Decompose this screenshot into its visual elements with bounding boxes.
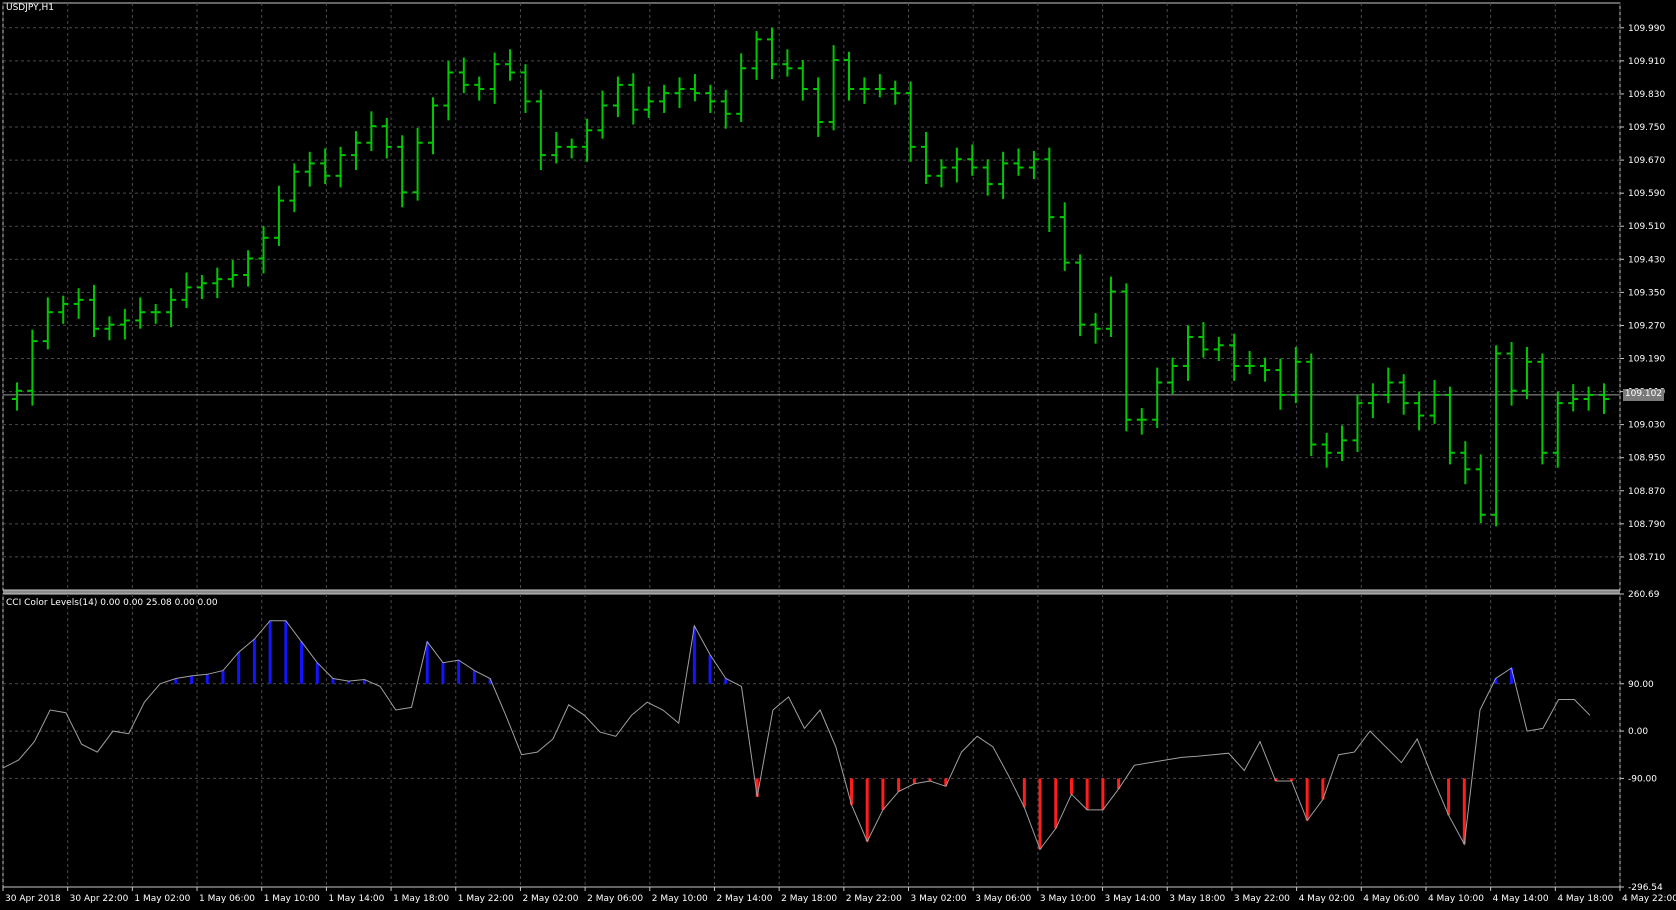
x-tick-label: 4 May 22:00 <box>1622 894 1676 904</box>
price-tick-label: 108.710 <box>1628 553 1665 563</box>
price-tick-label: 108.950 <box>1628 454 1665 464</box>
price-tick-label: 108.790 <box>1628 520 1665 530</box>
x-tick-label: 3 May 02:00 <box>911 894 967 904</box>
x-tick-label: 1 May 18:00 <box>393 894 449 904</box>
x-tick-label: 3 May 14:00 <box>1105 894 1161 904</box>
x-tick-label: 1 May 02:00 <box>134 894 190 904</box>
x-tick-label: 3 May 22:00 <box>1234 894 1290 904</box>
price-tick-label: 109.670 <box>1628 156 1665 166</box>
x-tick-label: 4 May 18:00 <box>1557 894 1613 904</box>
x-tick-label: 1 May 10:00 <box>264 894 320 904</box>
cci-tick-label: 0.00 <box>1628 727 1648 737</box>
x-tick-label: 4 May 02:00 <box>1299 894 1355 904</box>
price-tick-label: 109.990 <box>1628 24 1665 34</box>
x-tick-label: 2 May 18:00 <box>781 894 837 904</box>
cci-tick-label: -296.54 <box>1628 883 1663 893</box>
price-tick-label: 109.590 <box>1628 189 1665 199</box>
x-tick-label: 1 May 06:00 <box>199 894 255 904</box>
x-tick-label: 2 May 14:00 <box>716 894 772 904</box>
x-tick-label: 1 May 22:00 <box>458 894 514 904</box>
price-tick-label: 109.910 <box>1628 57 1665 67</box>
x-tick-label: 2 May 22:00 <box>846 894 902 904</box>
price-tick-label: 109.350 <box>1628 288 1665 298</box>
price-tick-label: 109.830 <box>1628 90 1665 100</box>
x-tick-label: 4 May 06:00 <box>1363 894 1419 904</box>
x-tick-label: 4 May 14:00 <box>1493 894 1549 904</box>
indicator-pane-frame <box>2 593 1621 888</box>
x-tick-label: 2 May 06:00 <box>587 894 643 904</box>
cci-line <box>2 620 1591 851</box>
x-tick-label: 4 May 10:00 <box>1428 894 1484 904</box>
price-tick-label: 108.870 <box>1628 487 1665 497</box>
x-tick-label: 3 May 10:00 <box>1040 894 1096 904</box>
cci-tick-label: 260.69 <box>1628 590 1660 600</box>
price-tick-label: 109.510 <box>1628 222 1665 232</box>
price-tick-label: 109.750 <box>1628 123 1665 133</box>
x-tick-label: 30 Apr 22:00 <box>70 894 129 904</box>
x-tick-label: 30 Apr 2018 <box>5 894 61 904</box>
price-tick-label: 109.190 <box>1628 355 1665 365</box>
chart-canvas[interactable]: 30 Apr 2018 30 Apr 22:00 1 May 02:00 1 May … <box>0 0 1676 910</box>
cci-tick-label: 90.00 <box>1628 680 1654 690</box>
price-tick-label: 109.430 <box>1628 255 1665 265</box>
x-tick-label: 2 May 10:00 <box>652 894 708 904</box>
chart-window[interactable]: 30 Apr 2018 30 Apr 22:00 1 May 02:00 1 May … <box>0 0 1676 910</box>
x-tick-label: 2 May 02:00 <box>522 894 578 904</box>
cci-tick-label: -90.00 <box>1628 774 1657 784</box>
x-tick-label: 3 May 06:00 <box>975 894 1031 904</box>
symbol-label: USDJPY,H1 <box>6 3 54 13</box>
indicator-label: CCI Color Levels(14) 0.00 0.00 25.08 0.0… <box>6 598 218 608</box>
x-tick-label: 1 May 14:00 <box>328 894 384 904</box>
price-tick-label: 109.030 <box>1628 421 1665 431</box>
price-tick-label: 109.270 <box>1628 321 1665 331</box>
current-price-tag: 109.102 <box>1623 388 1664 401</box>
x-tick-label: 3 May 18:00 <box>1169 894 1225 904</box>
price-pane-frame <box>2 2 1621 591</box>
